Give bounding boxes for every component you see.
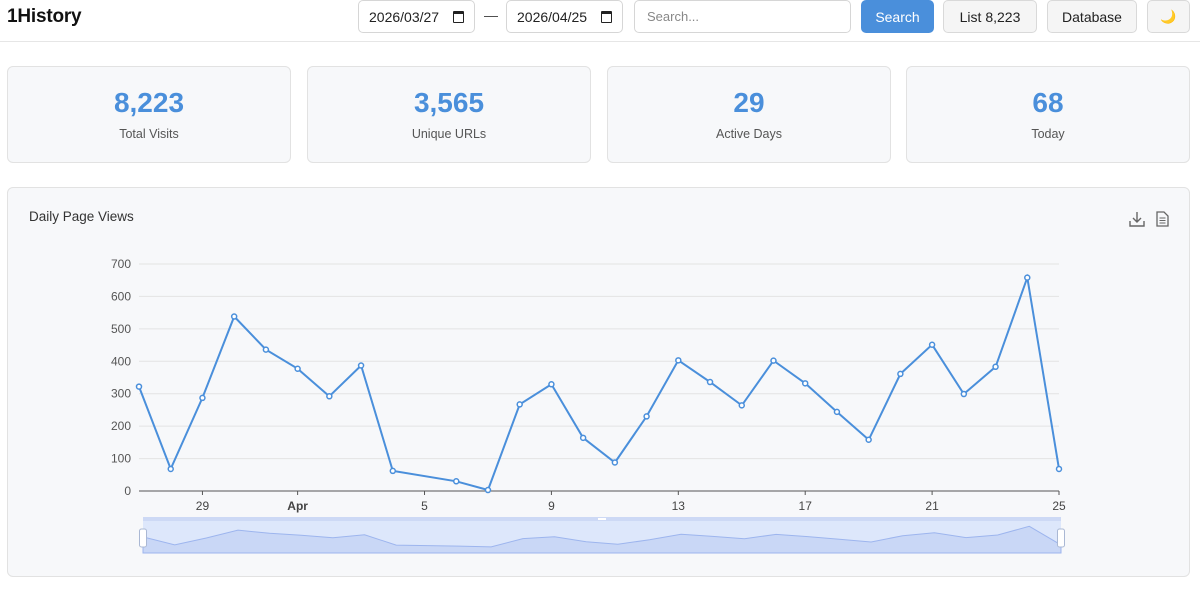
stat-value: 68 — [1032, 87, 1064, 118]
x-tick-label: 9 — [548, 499, 555, 513]
stat-card-today: 68 Today — [906, 66, 1190, 163]
x-tick-label: 13 — [672, 499, 686, 513]
daily-page-views-chart: 0 100 200 300 400 500 600 700 29 Apr 5 9 13 17 21 25 — [111, 257, 1066, 554]
zoom-handle-left[interactable] — [139, 528, 147, 548]
end-date-input[interactable]: 2026/04/25 — [506, 0, 623, 33]
stat-card-total-visits: 8,223 Total Visits — [7, 66, 291, 163]
search-button[interactable]: Search — [861, 0, 934, 33]
data-point — [199, 394, 206, 402]
data-point — [833, 408, 841, 416]
data-point — [675, 357, 682, 364]
zoom-slider[interactable] — [139, 517, 1065, 554]
stat-value: 29 — [733, 87, 765, 118]
data-point — [897, 370, 904, 378]
x-tick-label: 29 — [196, 499, 210, 513]
data-point — [706, 378, 714, 386]
data-point — [579, 434, 587, 442]
x-axis-ticks: 29 Apr 5 9 13 17 21 25 — [196, 491, 1066, 513]
y-tick-label: 300 — [111, 387, 131, 401]
data-point — [135, 383, 143, 390]
y-tick-label: 700 — [111, 257, 131, 271]
y-tick-label: 100 — [111, 452, 131, 466]
data-point — [484, 486, 492, 494]
data-point — [928, 341, 936, 348]
search-input[interactable]: Search... — [634, 0, 851, 33]
data-point — [516, 401, 523, 408]
theme-toggle-button[interactable]: 🌙 — [1147, 0, 1190, 33]
stat-label: Unique URLs — [411, 127, 487, 141]
y-tick-label: 500 — [111, 322, 131, 336]
app-logo: 1History — [7, 6, 82, 27]
zoom-grip-icon — [598, 518, 606, 520]
data-point — [452, 478, 460, 485]
top-bar: 1History 2026/03/27 — 2026/04/25 Search.… — [0, 0, 1200, 42]
end-date-value: 2026/04/25 — [517, 8, 588, 25]
stat-value: 3,565 — [413, 87, 485, 118]
data-point — [548, 381, 555, 388]
list-button[interactable]: List 8,223 — [943, 0, 1037, 33]
start-date-value: 2026/03/27 — [369, 8, 440, 25]
y-tick-label: 400 — [111, 354, 131, 368]
stat-label: Total Visits — [119, 127, 179, 141]
data-point — [262, 346, 270, 353]
database-button[interactable]: Database — [1047, 0, 1137, 33]
data-point — [1055, 465, 1063, 473]
data-point — [801, 380, 809, 387]
data-point — [294, 365, 301, 372]
data-point — [326, 393, 333, 400]
data-point — [960, 390, 968, 398]
stat-label: Active Days — [716, 127, 782, 141]
y-tick-label: 600 — [111, 289, 131, 303]
y-tick-label: 0 — [124, 484, 131, 498]
start-date-input[interactable]: 2026/03/27 — [358, 0, 475, 33]
x-tick-label: 5 — [421, 499, 428, 513]
series-points — [135, 274, 1063, 494]
calendar-icon[interactable] — [453, 10, 464, 23]
zoom-handle-right[interactable] — [1057, 528, 1065, 548]
stat-card-unique-urls: 3,565 Unique URLs — [307, 66, 591, 163]
chart-panel: Daily Page Views 0 100 200 300 400 500 600 700 … — [7, 187, 1190, 577]
data-point — [992, 363, 999, 371]
x-tick-label: Apr — [287, 499, 308, 513]
data-point — [770, 357, 777, 364]
stat-card-active-days: 29 Active Days — [607, 66, 891, 163]
date-separator: — — [484, 7, 498, 23]
data-point — [230, 313, 238, 320]
data-point — [1024, 274, 1031, 281]
data-point — [167, 465, 174, 473]
x-tick-label: 17 — [799, 499, 813, 513]
data-point — [643, 413, 650, 420]
moon-icon: 🌙 — [1160, 8, 1177, 24]
data-point — [389, 467, 397, 475]
x-tick-label: 21 — [925, 499, 939, 513]
data-point — [611, 459, 619, 466]
stat-label: Today — [1031, 127, 1065, 141]
stat-value: 8,223 — [113, 87, 185, 118]
data-point — [865, 436, 872, 444]
y-axis-ticks: 0 100 200 300 400 500 600 700 — [111, 257, 131, 498]
data-point — [357, 362, 365, 369]
y-tick-label: 200 — [111, 419, 131, 433]
grid-lines — [139, 263, 1059, 492]
x-tick-label: 25 — [1052, 499, 1066, 513]
calendar-icon[interactable] — [601, 10, 612, 23]
search-placeholder: Search... — [647, 9, 700, 24]
data-point — [738, 402, 746, 409]
